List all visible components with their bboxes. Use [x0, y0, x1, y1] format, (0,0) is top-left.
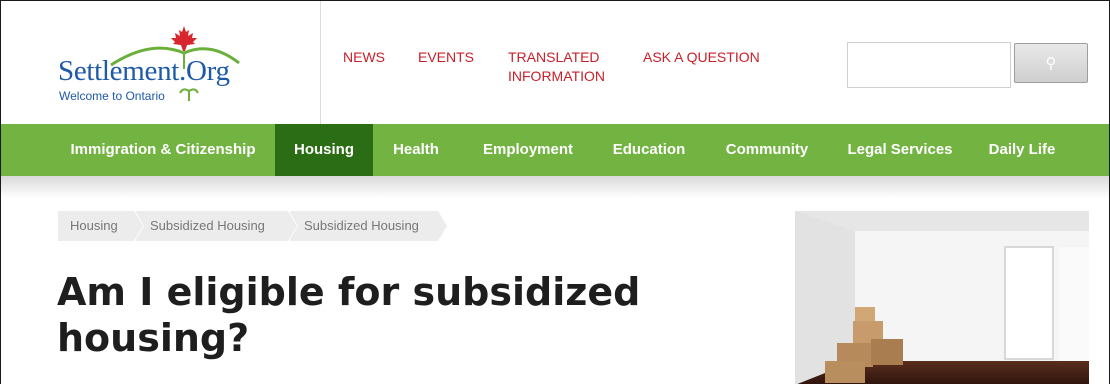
page-frame: Settlement.Org Welcome to Ontario NEWS E… [0, 0, 1110, 384]
site-header: Settlement.Org Welcome to Ontario NEWS E… [1, 1, 1109, 124]
search-input[interactable] [847, 42, 1011, 88]
nav-community[interactable]: Community [711, 124, 823, 176]
main-navigation: Immigration & Citizenship Housing Health… [1, 124, 1109, 176]
nav-events-link[interactable]: EVENTS [418, 48, 474, 67]
nav-shadow [1, 176, 1109, 198]
nav-health[interactable]: Health [381, 124, 451, 176]
breadcrumb-label: Subsidized Housing [150, 218, 265, 233]
nav-legal-services[interactable]: Legal Services [835, 124, 965, 176]
breadcrumb-label: Subsidized Housing [304, 218, 419, 233]
nav-daily-life[interactable]: Daily Life [977, 124, 1067, 176]
logo-wordmark: Settlement.Org [58, 55, 230, 87]
nav-immigration-citizenship[interactable]: Immigration & Citizenship [53, 124, 273, 176]
breadcrumb-item-subsidized-housing[interactable]: Subsidized Housing [136, 211, 298, 241]
logo-tagline: Welcome to Ontario [59, 89, 165, 103]
breadcrumb-label: Housing [70, 218, 118, 233]
page-title: Am I eligible for subsidized housing? [57, 270, 641, 360]
nav-news-link[interactable]: NEWS [343, 48, 385, 67]
empty-room-image [795, 211, 1089, 384]
breadcrumb-item-housing[interactable]: Housing [58, 211, 144, 241]
nav-housing[interactable]: Housing [275, 124, 373, 176]
nav-translated-information-link[interactable]: TRANSLATED INFORMATION [508, 48, 618, 86]
breadcrumb-item-current: Subsidized Housing [290, 211, 448, 241]
search-button[interactable]: ⚲ [1014, 43, 1088, 83]
nav-education[interactable]: Education [599, 124, 699, 176]
nav-employment[interactable]: Employment [469, 124, 587, 176]
nav-ask-a-question-link[interactable]: ASK A QUESTION [643, 48, 760, 67]
sprout-icon [179, 88, 199, 101]
search-icon: ⚲ [1045, 54, 1057, 72]
site-logo[interactable]: Settlement.Org Welcome to Ontario [1, 1, 321, 124]
